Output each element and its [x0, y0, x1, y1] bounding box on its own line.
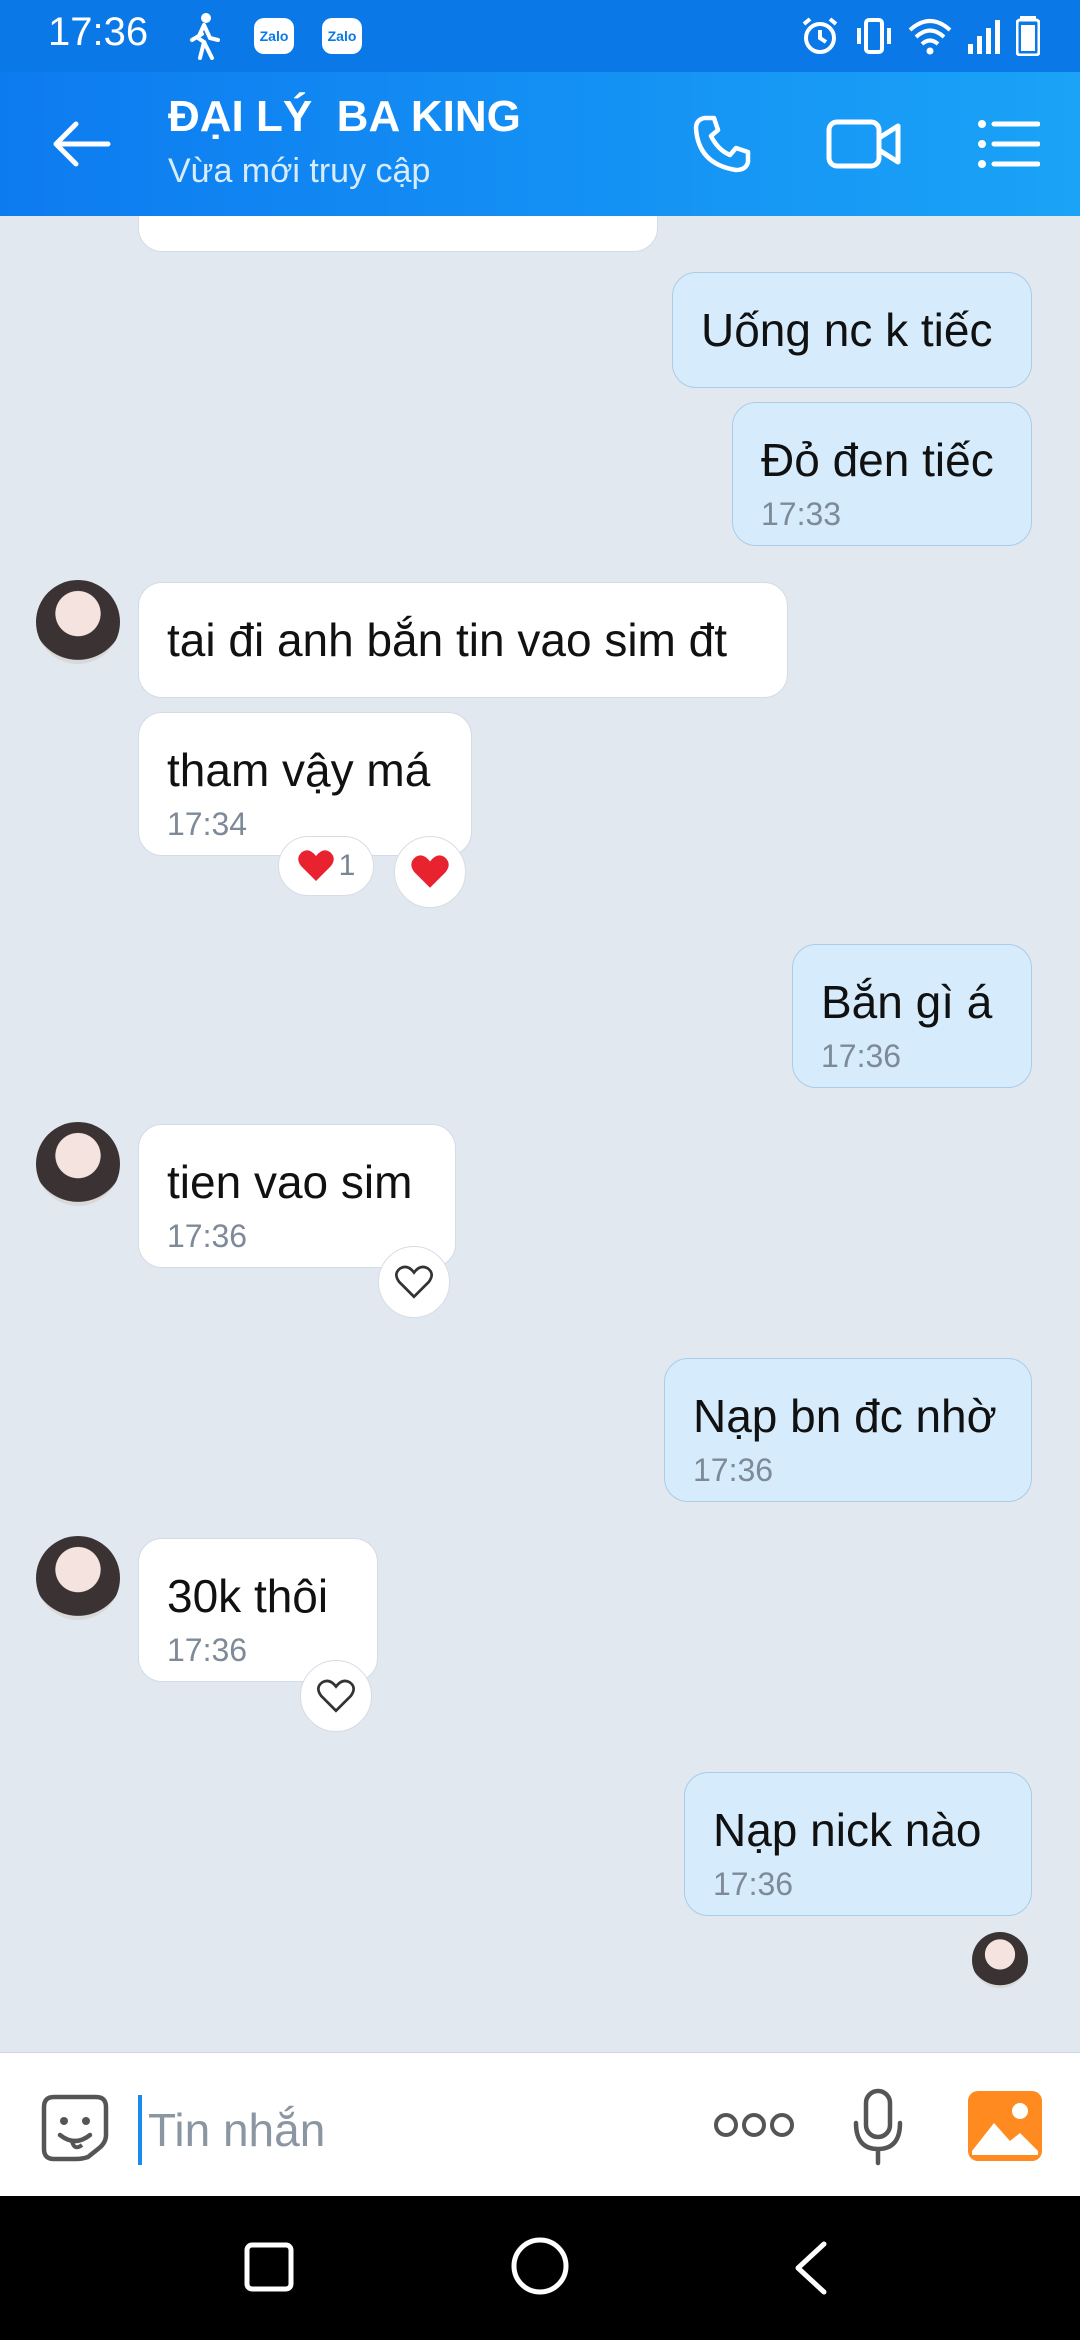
home-icon[interactable]	[510, 2236, 570, 2296]
message-text: tai đi anh bắn tin vao sim đt	[167, 614, 727, 666]
heart-outline-icon	[395, 1265, 433, 1299]
message-input[interactable]	[146, 2091, 670, 2169]
message-time: 17:36	[167, 1218, 248, 1254]
heart-filled-icon	[411, 855, 449, 888]
message-time: 17:36	[693, 1452, 774, 1488]
more-options-icon[interactable]	[712, 2109, 796, 2141]
image-gallery-icon[interactable]	[968, 2091, 1042, 2161]
status-time: 17:36	[48, 10, 149, 54]
reaction-summary[interactable]: 1	[278, 836, 374, 896]
menu-list-icon[interactable]	[976, 116, 1040, 172]
video-call-icon[interactable]	[826, 114, 902, 174]
emoji-sticker-icon[interactable]	[40, 2093, 110, 2163]
message-list[interactable]: Uống nc k tiếc Đỏ đen tiếc 17:33 tai đi …	[0, 216, 1080, 2052]
contact-status: Vừa mới truy cập	[168, 152, 431, 190]
message-bubble-incoming[interactable]: tai đi anh bắn tin vao sim đt	[138, 582, 788, 698]
message-bubble-outgoing[interactable]: Uống nc k tiếc	[672, 272, 1032, 388]
chat-header: ĐẠI LÝ BA KING Vừa mới truy cập	[0, 72, 1080, 216]
react-button[interactable]	[300, 1660, 372, 1732]
message-time: 17:36	[821, 1038, 902, 1074]
wifi-icon	[908, 19, 952, 55]
alarm-icon	[802, 17, 838, 54]
heart-filled-icon	[297, 850, 334, 881]
react-button[interactable]	[378, 1246, 450, 1318]
contact-avatar[interactable]	[36, 580, 120, 664]
back-arrow-icon[interactable]	[52, 120, 112, 168]
message-bubble-outgoing[interactable]: Đỏ đen tiếc 17:33	[732, 402, 1032, 546]
microphone-icon[interactable]	[852, 2087, 904, 2167]
contact-name[interactable]: ĐẠI LÝ BA KING	[168, 92, 521, 142]
phone-call-icon[interactable]	[690, 112, 754, 176]
message-time: 17:36	[167, 1632, 248, 1668]
message-text: tien vao sim	[167, 1156, 413, 1208]
message-text: Uống nc k tiếc	[701, 304, 993, 356]
message-bubble-outgoing[interactable]: Nạp bn đc nhờ 17:36	[664, 1358, 1032, 1502]
system-navigation-bar	[0, 2196, 1080, 2340]
message-bubble-partial[interactable]	[138, 216, 658, 252]
zalo-notification-icon: Zalo	[254, 18, 294, 54]
contact-avatar[interactable]	[36, 1536, 120, 1620]
message-bubble-outgoing[interactable]: Bắn gì á 17:36	[792, 944, 1032, 1088]
heart-outline-icon	[317, 1679, 355, 1713]
message-text: 30k thôi	[167, 1570, 329, 1622]
reaction-count: 1	[338, 849, 356, 882]
contact-avatar[interactable]	[36, 1122, 120, 1206]
message-text: tham vậy má	[167, 744, 431, 796]
recent-apps-icon[interactable]	[244, 2242, 294, 2292]
status-bar: 17:36 Zalo Zalo	[0, 0, 1080, 72]
signal-icon	[968, 20, 1000, 54]
message-bubble-incoming[interactable]: tham vậy má 17:34	[138, 712, 472, 856]
message-input-bar	[0, 2052, 1080, 2197]
react-button[interactable]	[394, 836, 466, 908]
text-cursor	[138, 2095, 142, 2165]
message-time: 17:34	[167, 806, 248, 842]
message-time: 17:33	[761, 496, 842, 532]
vibrate-icon	[857, 18, 891, 54]
message-time: 17:36	[713, 1866, 794, 1902]
zalo-notification-icon: Zalo	[322, 18, 362, 54]
message-text: Đỏ đen tiếc	[761, 434, 994, 486]
message-text: Nạp nick nào	[713, 1804, 982, 1856]
message-bubble-outgoing[interactable]: Nạp nick nào 17:36	[684, 1772, 1032, 1916]
nav-back-icon[interactable]	[786, 2238, 836, 2298]
message-text: Nạp bn đc nhờ	[693, 1390, 997, 1442]
message-text: Bắn gì á	[821, 976, 993, 1028]
battery-icon	[1016, 16, 1040, 56]
walking-icon	[190, 13, 220, 60]
seen-avatar	[972, 1932, 1028, 1988]
